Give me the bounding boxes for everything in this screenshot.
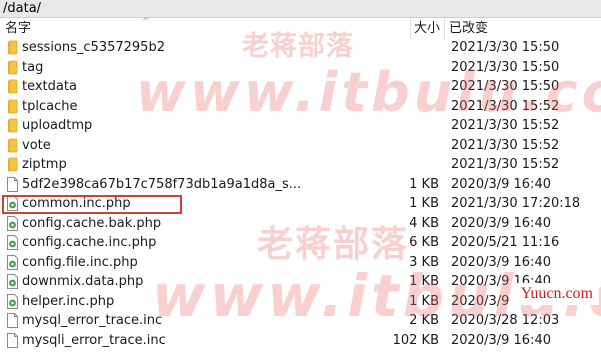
- file-modified-date: 2021/3/30 15:52: [451, 98, 560, 114]
- file-row[interactable]: sessions_c5357295b2 2021/3/30 15:50: [0, 38, 601, 58]
- file-row[interactable]: downmix.data.php 1 KB 2020/3/9 16:40: [0, 272, 601, 292]
- file-size: 1 KB: [409, 176, 439, 192]
- file-modified-date: 2021/3/30 15:52: [451, 137, 560, 153]
- file-row[interactable]: common.inc.php 1 KB 2021/3/30 17:20:18: [0, 194, 601, 214]
- column-separator[interactable]: [444, 18, 445, 40]
- file-name: downmix.data.php: [22, 274, 144, 289]
- file-icon: [6, 332, 19, 348]
- file-row[interactable]: config.cache.bak.php 4 KB 2020/3/9 16:40: [0, 214, 601, 234]
- file-size: 4 KB: [409, 215, 439, 231]
- file-row[interactable]: mysqli_error_trace.inc 102 KB 2020/3/9 16:…: [0, 331, 601, 351]
- file-size: 2 KB: [409, 313, 439, 328]
- site-badge: Yuucn.com: [514, 283, 599, 305]
- file-name: sessions_c5357295b2: [22, 40, 165, 55]
- file-name: uploadtmp: [22, 118, 93, 133]
- folder-icon: [6, 99, 19, 114]
- file-name: ziptmp: [22, 157, 67, 172]
- file-row[interactable]: tag 2021/3/30 15:50: [0, 58, 601, 78]
- file-name: textdata: [22, 79, 77, 94]
- file-icon: [6, 176, 19, 192]
- file-name: vote: [22, 137, 51, 153]
- folder-icon: [6, 118, 19, 133]
- column-size-header[interactable]: 大小: [414, 20, 440, 38]
- column-separator[interactable]: [410, 18, 411, 40]
- php-file-icon: [6, 215, 19, 231]
- sort-ascending-icon: ^: [142, 17, 150, 27]
- folder-icon: [6, 79, 19, 94]
- file-name: mysqli_error_trace.inc: [22, 332, 166, 348]
- file-modified-date: 2021/3/30 15:50: [451, 40, 560, 55]
- php-file-icon: [6, 235, 19, 250]
- file-modified-date: 2020/3/9 16:40: [451, 176, 551, 192]
- file-row[interactable]: 5df2e398ca67b17c758f73db1a9a1d8a_s... 1 K…: [0, 175, 601, 195]
- file-modified-date: 2021/3/30 15:50: [451, 59, 560, 75]
- file-modified-date: 2021/3/30 17:20:18: [451, 196, 581, 211]
- file-row[interactable]: config.file.inc.php 3 KB 2020/3/9 16:40: [0, 253, 601, 273]
- file-modified-date: 2021/3/30 15:52: [451, 157, 560, 172]
- file-row[interactable]: tplcache 2021/3/30 15:52: [0, 97, 601, 117]
- php-file-icon: [6, 254, 19, 270]
- file-size: 6 KB: [409, 235, 439, 250]
- file-modified-date: 2021/3/30 15:52: [451, 118, 560, 133]
- php-file-icon: [6, 274, 19, 289]
- path-bar[interactable]: /data/: [0, 0, 601, 18]
- file-row[interactable]: textdata 2021/3/30 15:50: [0, 77, 601, 97]
- file-name: tag: [22, 59, 44, 75]
- file-name: config.file.inc.php: [22, 254, 138, 270]
- file-modified-date: 2020/3/9 16:40: [451, 254, 551, 270]
- column-header: 名字 ^ 大小 已改变: [0, 17, 601, 40]
- file-name: mysql_error_trace.inc: [22, 313, 163, 328]
- file-modified-date: 2020/3/28 12:03: [451, 313, 560, 328]
- file-name: 5df2e398ca67b17c758f73db1a9a1d8a_s...: [22, 176, 302, 192]
- file-row[interactable]: mysql_error_trace.inc 2 KB 2020/3/28 12:03: [0, 311, 601, 331]
- file-modified-date: 2020/3/9 16:40: [451, 215, 551, 231]
- file-size: 3 KB: [409, 254, 439, 270]
- file-name: config.cache.inc.php: [22, 235, 157, 250]
- folder-icon: [6, 157, 19, 172]
- file-modified-date: 2020/5/21 11:16: [451, 235, 560, 250]
- file-list[interactable]: 名字 ^ 大小 已改变 sessions_c5357295b2 2021/3/30…: [0, 17, 601, 351]
- file-row[interactable]: config.cache.inc.php 6 KB 2020/5/21 11:16: [0, 233, 601, 253]
- file-size: 1 KB: [409, 196, 439, 211]
- file-row[interactable]: vote 2021/3/30 15:52: [0, 136, 601, 156]
- folder-icon: [6, 40, 19, 55]
- folder-icon: [6, 60, 19, 75]
- file-icon: [6, 313, 19, 328]
- php-file-icon: [6, 196, 19, 211]
- file-row[interactable]: ziptmp 2021/3/30 15:52: [0, 155, 601, 175]
- file-modified-date: 2021/3/30 15:50: [451, 79, 560, 94]
- column-date-header[interactable]: 已改变: [449, 20, 488, 38]
- php-file-icon: [6, 293, 19, 309]
- file-name: config.cache.bak.php: [22, 215, 162, 231]
- folder-icon: [6, 138, 19, 153]
- file-row[interactable]: uploadtmp 2021/3/30 15:52: [0, 116, 601, 136]
- file-name: tplcache: [22, 98, 78, 114]
- file-modified-date: 2020/3/9 16:40: [451, 332, 551, 348]
- file-row[interactable]: helper.inc.php 1 KB 2020/3/9 16:40: [0, 292, 601, 312]
- file-size: 102 KB: [392, 332, 439, 348]
- file-name: helper.inc.php: [22, 293, 115, 309]
- file-size: 1 KB: [409, 274, 439, 289]
- column-name-header[interactable]: 名字: [5, 20, 31, 38]
- file-size: 1 KB: [409, 293, 439, 309]
- file-name: common.inc.php: [22, 196, 131, 211]
